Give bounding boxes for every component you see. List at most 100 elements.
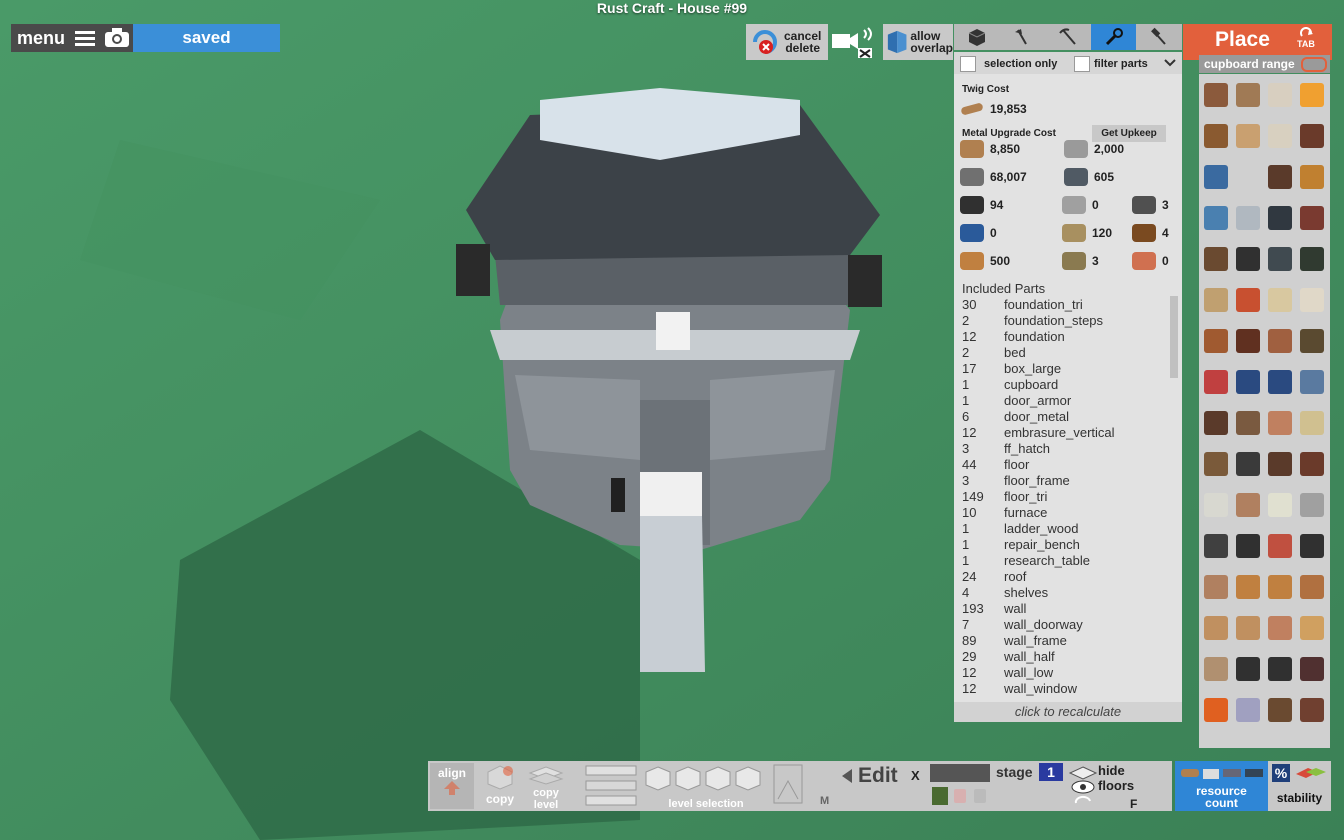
inventory-slot[interactable] — [1232, 443, 1264, 484]
inventory-slot[interactable] — [1296, 361, 1328, 402]
edit-name-field[interactable] — [930, 764, 990, 782]
recalculate-button[interactable]: click to recalculate — [954, 702, 1182, 722]
inventory-slot[interactable] — [1296, 484, 1328, 525]
inventory-slot[interactable] — [1200, 402, 1232, 443]
inventory-slot[interactable] — [1264, 361, 1296, 402]
saved-indicator[interactable]: saved — [133, 24, 280, 52]
inventory-slot[interactable] — [1264, 279, 1296, 320]
tab-cube[interactable] — [954, 24, 1000, 50]
level-selection-group: level selection — [642, 763, 770, 810]
inventory-slot[interactable] — [1296, 320, 1328, 361]
inventory-slot[interactable] — [1296, 648, 1328, 689]
inventory-slot[interactable] — [1232, 484, 1264, 525]
tab-hatchet[interactable] — [1000, 24, 1046, 50]
inventory-slot[interactable] — [1296, 402, 1328, 443]
inventory-slot[interactable] — [1200, 361, 1232, 402]
cupboard-range-switch[interactable] — [1301, 56, 1327, 72]
padlock-icon[interactable] — [974, 789, 986, 803]
inventory-slot[interactable] — [1200, 279, 1232, 320]
parts-scrollbar[interactable] — [1170, 296, 1178, 378]
inventory-slot[interactable] — [1264, 525, 1296, 566]
inventory-slot[interactable] — [1200, 115, 1232, 156]
inventory-slot[interactable] — [1296, 443, 1328, 484]
align-button[interactable]: align — [430, 763, 474, 809]
inventory-slot[interactable] — [1200, 238, 1232, 279]
inventory-slot[interactable] — [1200, 74, 1232, 115]
inventory-slot[interactable] — [1264, 115, 1296, 156]
inventory-slot[interactable] — [1296, 115, 1328, 156]
inventory-slot[interactable] — [1264, 443, 1296, 484]
tab-pickaxe[interactable] — [1045, 24, 1091, 50]
level-stack-button[interactable] — [582, 763, 640, 809]
inventory-slot[interactable] — [1296, 607, 1328, 648]
inventory-slot[interactable] — [1232, 566, 1264, 607]
armor-icon[interactable] — [932, 787, 948, 805]
inventory-slot[interactable] — [1296, 279, 1328, 320]
inventory-slot[interactable] — [1296, 197, 1328, 238]
inventory-slot[interactable] — [1232, 607, 1264, 648]
level-cubes-icon[interactable] — [642, 763, 770, 793]
cancel-delete-button[interactable]: cancel delete — [746, 24, 828, 60]
inventory-slot[interactable] — [1264, 484, 1296, 525]
inventory-slot[interactable] — [1296, 566, 1328, 607]
inventory-slot[interactable] — [1200, 525, 1232, 566]
inventory-slot[interactable] — [1232, 156, 1264, 197]
allow-overlap-button[interactable]: allow overlap — [883, 24, 953, 60]
inventory-slot[interactable] — [1264, 74, 1296, 115]
cupboard-range-toggle[interactable]: cupboard range — [1199, 55, 1330, 73]
lock-icon[interactable] — [954, 789, 966, 803]
inventory-slot[interactable] — [1232, 689, 1264, 730]
inventory-slot[interactable] — [1264, 566, 1296, 607]
resource-count-button[interactable]: resource count — [1175, 761, 1268, 811]
inventory-slot[interactable] — [1232, 279, 1264, 320]
measure-button[interactable]: M — [772, 763, 829, 809]
included-parts-list[interactable]: 30 foundation_tri 2 foundation_steps 12 found… — [962, 297, 1174, 717]
inventory-slot[interactable] — [1200, 443, 1232, 484]
inventory-slot[interactable] — [1264, 402, 1296, 443]
part-name: wall_window — [1004, 681, 1077, 696]
inventory-slot[interactable] — [1296, 74, 1328, 115]
inventory-slot[interactable] — [1200, 607, 1232, 648]
hide-floors-icon[interactable] — [1068, 765, 1098, 807]
inventory-slot[interactable] — [1200, 648, 1232, 689]
inventory-slot[interactable] — [1200, 484, 1232, 525]
inventory-slot[interactable] — [1232, 197, 1264, 238]
inventory-slot[interactable] — [1264, 197, 1296, 238]
inventory-slot[interactable] — [1296, 525, 1328, 566]
inventory-slot[interactable] — [1232, 115, 1264, 156]
inventory-slot[interactable] — [1264, 689, 1296, 730]
tab-hammer[interactable] — [1136, 24, 1182, 50]
copy-button[interactable]: copy — [480, 763, 520, 809]
inventory-slot[interactable] — [1232, 74, 1264, 115]
tab-wrench[interactable] — [1090, 24, 1137, 50]
stability-button[interactable]: % stability — [1268, 761, 1331, 811]
chevron-down-icon[interactable] — [1164, 58, 1176, 68]
edit-back-icon[interactable] — [840, 767, 854, 785]
stage-value[interactable]: 1 — [1039, 763, 1063, 781]
inventory-slot[interactable] — [1200, 197, 1232, 238]
inventory-slot[interactable] — [1232, 361, 1264, 402]
inventory-slot[interactable] — [1200, 689, 1232, 730]
inventory-slot[interactable] — [1232, 525, 1264, 566]
inventory-slot[interactable] — [1232, 402, 1264, 443]
inventory-slot[interactable] — [1232, 238, 1264, 279]
inventory-slot[interactable] — [1296, 689, 1328, 730]
inventory-slot[interactable] — [1232, 648, 1264, 689]
inventory-slot[interactable] — [1200, 320, 1232, 361]
copy-level-button[interactable]: copy level — [524, 763, 568, 811]
menu-button[interactable]: menu — [11, 24, 133, 52]
inventory-slot[interactable] — [1200, 156, 1232, 197]
inventory-slot[interactable] — [1296, 156, 1328, 197]
camera-icon[interactable] — [103, 27, 131, 49]
inventory-slot[interactable] — [1200, 566, 1232, 607]
inventory-slot[interactable] — [1232, 320, 1264, 361]
filter-parts-checkbox[interactable] — [1074, 56, 1090, 72]
selection-only-checkbox[interactable] — [960, 56, 976, 72]
inventory-slot[interactable] — [1264, 648, 1296, 689]
inventory-slot[interactable] — [1264, 156, 1296, 197]
inventory-slot[interactable] — [1264, 607, 1296, 648]
inventory-slot[interactable] — [1264, 320, 1296, 361]
inventory-slot[interactable] — [1296, 238, 1328, 279]
inventory-slot[interactable] — [1264, 238, 1296, 279]
record-camera-button[interactable] — [830, 24, 880, 60]
